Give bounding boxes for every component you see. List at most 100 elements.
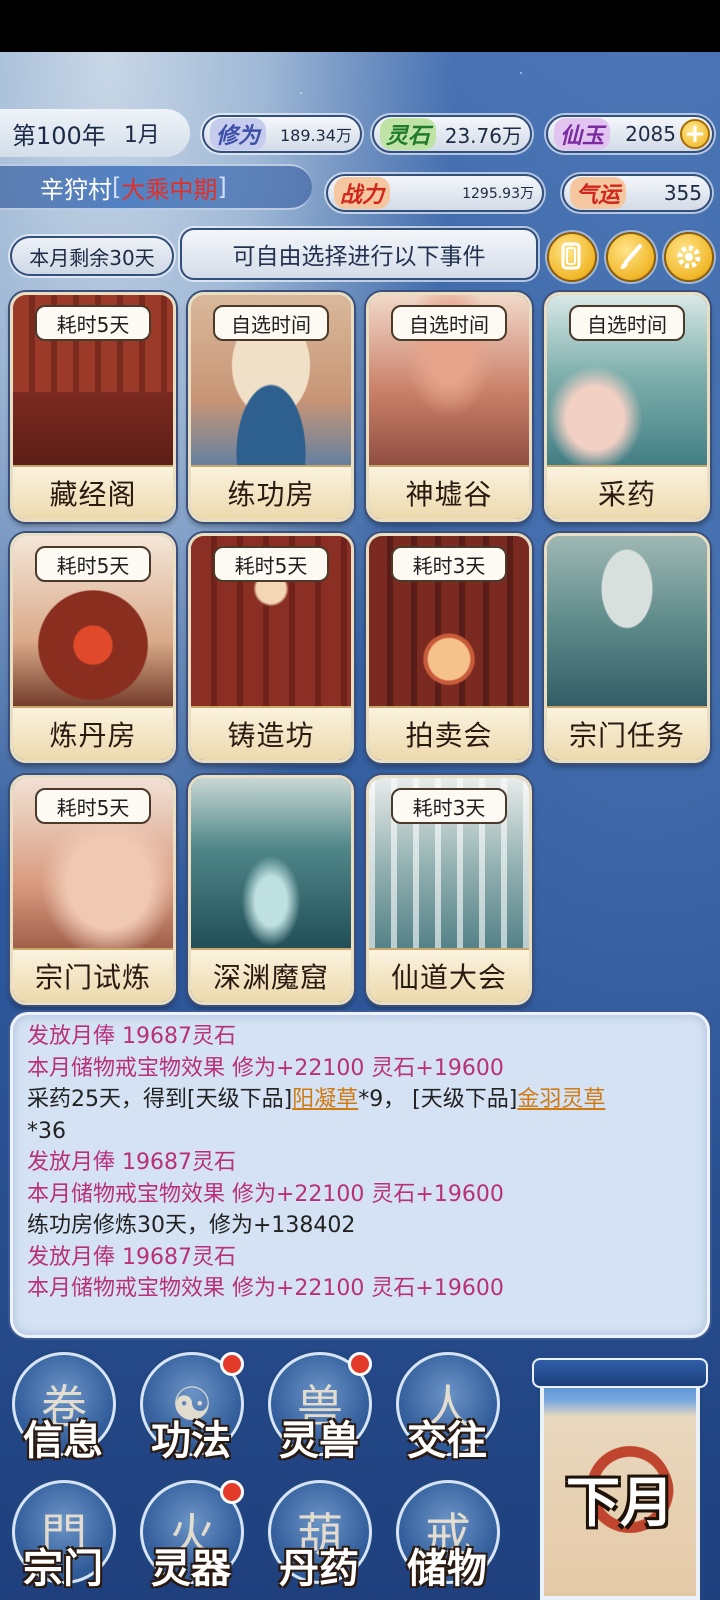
menu-lingqi-button[interactable]: 火 灵器 <box>134 1480 248 1594</box>
menu-danyao-button[interactable]: 葫 丹药 <box>262 1480 376 1594</box>
event-time-badge: 耗时5天 <box>213 546 329 582</box>
xianyu-value: 2085 <box>625 122 676 146</box>
year-text: 第100年 <box>12 121 106 150</box>
notification-dot <box>220 1480 244 1504</box>
xianyu-label: 仙玉 <box>554 118 611 150</box>
zongmenrenwu-art <box>547 536 707 712</box>
event-card-paimaihui[interactable]: 耗时3天 拍卖会 <box>366 533 532 763</box>
event-time-badge: 自选时间 <box>391 305 507 341</box>
menu-gongfa-button[interactable]: ☯ 功法 <box>134 1352 248 1466</box>
log-line: 本月储物戒宝物效果 修为+22100 灵石+19600 <box>27 1276 504 1301</box>
item-link-yangningcao[interactable]: 阳凝草 <box>292 1087 358 1112</box>
event-time-badge: 耗时5天 <box>35 788 151 824</box>
xiuwei-value: 189.34万 <box>280 126 352 145</box>
event-hint-banner: 可自由选择进行以下事件 <box>180 228 538 280</box>
menu-jiaowang-button[interactable]: 人 交往 <box>390 1352 504 1466</box>
brush-icon <box>620 244 642 269</box>
zhanli-value: 1295.93万 <box>462 186 534 202</box>
realm-bracket-close: ] <box>217 173 227 201</box>
log-line: 采药25天，得到[天级下品]阳凝草*9， [天级下品]金羽灵草 <box>27 1084 693 1116</box>
resource-xiuwei: 修为 189.34万 <box>202 115 362 153</box>
add-xianyu-button[interactable]: + <box>680 119 710 149</box>
log-line: 发放月俸 19687灵石 <box>27 1024 236 1049</box>
resource-qiyun: 气运 355 <box>562 174 712 212</box>
event-name: 拍卖会 <box>369 706 529 760</box>
realm-name: 大乘中期 <box>121 175 218 204</box>
qiyun-label: 气运 <box>570 177 627 209</box>
date-display: 第100年 1月 <box>0 109 190 157</box>
location-name: 辛狩村 <box>40 175 112 204</box>
event-name: 宗门试炼 <box>13 948 173 1002</box>
event-card-liandanfang[interactable]: 耗时5天 炼丹房 <box>10 533 176 763</box>
event-name: 采药 <box>547 465 707 519</box>
resource-xianyu: 仙玉 2085 + <box>546 115 714 153</box>
event-time-badge: 耗时3天 <box>391 546 507 582</box>
menu-zongmen-button[interactable]: 門 宗门 <box>6 1480 120 1594</box>
shenyuanmoku-art <box>191 778 351 954</box>
event-name: 藏经阁 <box>13 465 173 519</box>
event-card-caiyao[interactable]: 自选时间 采药 <box>544 292 710 522</box>
resource-lingshi: 灵石 23.76万 <box>372 115 532 153</box>
realm-bracket-open: [ <box>112 173 122 201</box>
zhanli-label: 战力 <box>334 177 391 209</box>
next-month-label: 下月 <box>566 1470 674 1534</box>
event-card-shenyuanmoku[interactable]: 深渊魔窟 <box>188 775 354 1005</box>
log-line: 发放月俸 19687灵石 <box>27 1150 236 1175</box>
event-name: 铸造坊 <box>191 706 351 760</box>
log-text: 采药25天，得到[天级下品] <box>27 1087 293 1112</box>
log-line: 发放月俸 19687灵石 <box>27 1244 236 1270</box>
menu-label: 储物 <box>407 1545 487 1592</box>
notification-dot <box>220 1352 244 1376</box>
log-text: *9， [天级下品] <box>358 1087 518 1112</box>
scroll-rod-icon <box>532 1358 708 1388</box>
menu-label: 宗门 <box>23 1545 103 1592</box>
menu-lingshou-button[interactable]: 兽 灵兽 <box>262 1352 376 1466</box>
log-line: 本月储物戒宝物效果 修为+22100 灵石+19600 <box>27 1181 504 1207</box>
event-name: 炼丹房 <box>13 706 173 760</box>
settings-button[interactable] <box>664 232 714 282</box>
cards-button[interactable] <box>547 232 597 282</box>
event-card-zongmenshilian[interactable]: 耗时5天 宗门试炼 <box>10 775 176 1005</box>
status-bar <box>0 0 720 52</box>
resource-zhanli: 战力 1295.93万 <box>326 174 544 212</box>
log-line: 练功房修炼30天，修为+138402 <box>27 1213 356 1238</box>
xiuwei-label: 修为 <box>210 118 267 150</box>
event-card-cangjingge[interactable]: 耗时5天 藏经阁 <box>10 292 176 522</box>
event-log-panel[interactable]: 发放月俸 19687灵石 本月储物戒宝物效果 修为+22100 灵石+19600… <box>10 1012 710 1338</box>
event-card-zongmenrenwu[interactable]: 宗门任务 <box>544 533 710 763</box>
event-card-shenxugu[interactable]: 自选时间 神墟谷 <box>366 292 532 522</box>
menu-info-button[interactable]: 卷 信息 <box>6 1352 120 1466</box>
qiyun-value: 355 <box>663 181 702 205</box>
event-name: 宗门任务 <box>547 706 707 760</box>
next-month-button[interactable]: 下月 <box>532 1358 708 1600</box>
location-realm: 辛狩村 [ 大乘中期 ] <box>0 164 312 210</box>
lingshi-value: 23.76万 <box>444 123 522 148</box>
menu-label: 丹药 <box>279 1545 359 1592</box>
event-time-badge: 耗时5天 <box>35 305 151 341</box>
gear-icon <box>677 245 701 269</box>
event-name: 仙道大会 <box>369 948 529 1002</box>
menu-label: 灵兽 <box>279 1417 359 1464</box>
event-card-zhuzaofang[interactable]: 耗时5天 铸造坊 <box>188 533 354 763</box>
menu-label: 功法 <box>151 1417 231 1464</box>
days-remaining-badge: 本月剩余30天 <box>10 236 174 276</box>
event-time-badge: 耗时3天 <box>391 788 507 824</box>
event-time-badge: 耗时5天 <box>35 546 151 582</box>
log-line: *36 <box>27 1118 66 1144</box>
menu-label: 信息 <box>23 1417 103 1464</box>
brush-button[interactable] <box>606 232 656 282</box>
menu-label: 灵器 <box>151 1545 231 1592</box>
log-line: 本月储物戒宝物效果 修为+22100 灵石+19600 <box>27 1055 504 1081</box>
item-link-jinyulingcao[interactable]: 金羽灵草 <box>517 1087 605 1112</box>
event-card-xiandaodahui[interactable]: 耗时3天 仙道大会 <box>366 775 532 1005</box>
lingshi-label: 灵石 <box>380 118 437 150</box>
event-name: 神墟谷 <box>369 465 529 519</box>
event-time-badge: 自选时间 <box>569 305 685 341</box>
month-text: 1月 <box>123 123 160 148</box>
notification-dot <box>348 1352 372 1376</box>
cards-icon <box>561 242 581 270</box>
event-name: 深渊魔窟 <box>191 948 351 1002</box>
menu-chuwu-button[interactable]: 戒 储物 <box>390 1480 504 1594</box>
menu-label: 交往 <box>407 1417 487 1464</box>
event-card-liangongfang[interactable]: 自选时间 练功房 <box>188 292 354 522</box>
